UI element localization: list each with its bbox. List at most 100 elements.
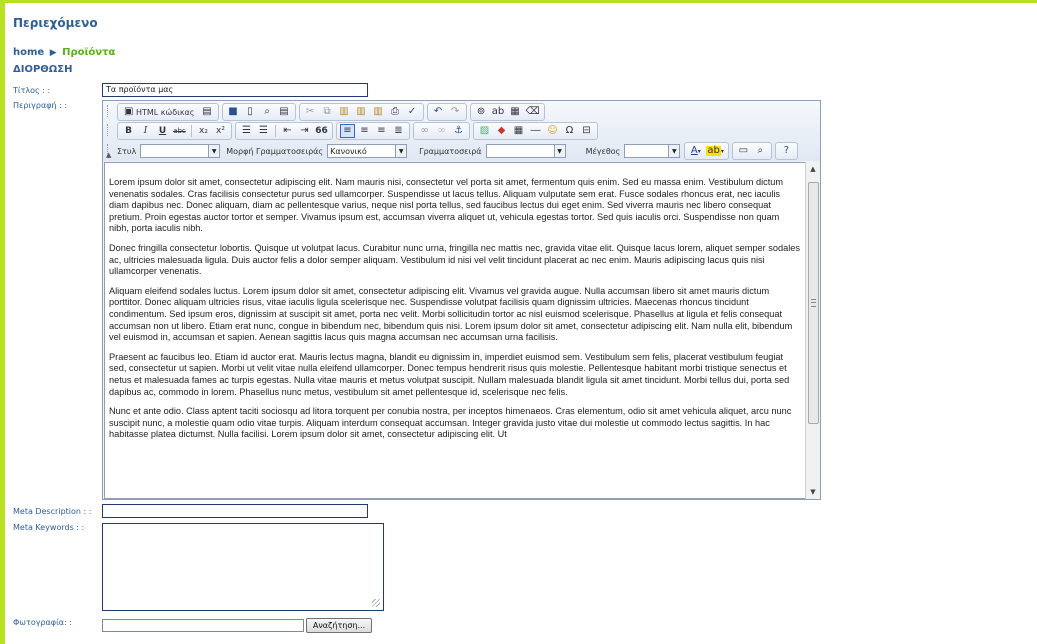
bold-button[interactable]: B <box>121 124 136 138</box>
align-right-button[interactable]: ≡ <box>374 124 389 138</box>
subscript-button[interactable]: x₂ <box>196 124 211 138</box>
cut-button[interactable]: ✂ <box>303 105 318 119</box>
size-select[interactable]: ▼ <box>624 144 681 158</box>
toolbar-grip <box>106 123 110 137</box>
undo-button[interactable]: ↶ <box>431 105 446 119</box>
editor-toolbar: ▣ HTML κώδικας ▤ ■ ▯ ⌕ ▤ ✂ ⧉ ▥ ▥ ▥ ⎙ ✓ ↶ <box>103 101 820 161</box>
paste-word-button[interactable]: ▥ <box>371 105 386 119</box>
background-color-icon: ab <box>706 145 721 156</box>
help-button[interactable]: ? <box>779 144 794 158</box>
numbered-list-icon: ☰ <box>242 125 251 136</box>
grip-icon <box>811 299 816 307</box>
scroll-up-icon[interactable]: ▲ <box>806 162 820 176</box>
style-select[interactable]: ▼ <box>140 144 221 158</box>
find-button[interactable]: ⊚ <box>474 105 489 119</box>
editor-paragraph: Lorem ipsum dolor sit amet, consectetur … <box>109 177 784 234</box>
image-button[interactable]: ▨ <box>477 124 492 138</box>
meta-keywords-textarea[interactable] <box>102 523 384 611</box>
style-label: Στυλ <box>117 146 137 156</box>
chevron-down-icon: ▾ <box>697 147 701 155</box>
blockquote-button[interactable]: 66 <box>314 124 329 138</box>
editor-scrollbar[interactable]: ▲ ▼ <box>805 162 820 499</box>
font-select[interactable]: ▼ <box>485 144 566 158</box>
chevron-down-icon: ▼ <box>208 145 220 157</box>
copy-button[interactable]: ⧉ <box>320 105 335 119</box>
undo-icon: ↶ <box>433 106 443 117</box>
link-button[interactable]: ∞ <box>417 124 432 138</box>
templates-button[interactable]: ▤ <box>200 105 215 119</box>
save-button[interactable]: ■ <box>226 105 241 119</box>
maximize-button[interactable]: ▭ <box>736 144 751 158</box>
resize-grip-icon[interactable] <box>372 599 380 607</box>
preview-button[interactable]: ⌕ <box>260 105 275 119</box>
collapse-toolbar-icon[interactable]: ▲ <box>106 151 111 159</box>
save-icon: ■ <box>228 106 238 117</box>
italic-button[interactable]: I <box>138 124 153 138</box>
show-blocks-button[interactable]: ⌕ <box>753 144 768 158</box>
page-title: Περιεχόμενο <box>13 16 98 30</box>
breadcrumb-current[interactable]: Προϊόντα <box>62 47 115 58</box>
spellcheck-icon: ✓ <box>407 106 417 117</box>
replace-button[interactable]: ab <box>491 105 506 119</box>
source-icon: ▣ <box>124 106 134 117</box>
format-select[interactable]: Κανονικό ▼ <box>327 144 408 158</box>
background-color-button[interactable]: ab ▾ <box>705 144 725 158</box>
title-label: Τίτλος : : <box>13 86 51 95</box>
unlink-button[interactable]: ∞ <box>434 124 449 138</box>
table-button[interactable]: ▦ <box>511 124 526 138</box>
flash-icon: ◆ <box>497 125 506 136</box>
flash-button[interactable]: ◆ <box>494 124 509 138</box>
editor-paragraph: Aliquam eleifend sodales luctus. Lorem i… <box>109 285 793 343</box>
editor-content-area[interactable]: Lorem ipsum dolor sit amet, consectetur … <box>104 162 806 499</box>
outdent-button[interactable]: ⇤ <box>280 124 295 138</box>
paste-word-icon: ▥ <box>373 106 383 117</box>
select-all-button[interactable]: ▦ <box>508 105 523 119</box>
anchor-button[interactable]: ⚓ <box>451 124 466 138</box>
align-justify-button[interactable]: ≣ <box>391 124 406 138</box>
new-page-button[interactable]: ▯ <box>243 105 258 119</box>
smiley-button[interactable]: ☺ <box>545 124 560 138</box>
text-color-button[interactable]: A ▾ <box>688 144 703 158</box>
special-char-button[interactable]: Ω <box>562 124 577 138</box>
left-accent-bar <box>0 0 5 644</box>
chevron-down-icon: ▼ <box>668 145 680 157</box>
top-accent-bar <box>0 0 1037 3</box>
breadcrumb-home-link[interactable]: home <box>13 47 44 58</box>
underline-button[interactable]: U <box>155 124 170 138</box>
photo-file-input[interactable] <box>102 619 304 632</box>
indent-button[interactable]: ⇥ <box>297 124 312 138</box>
bulleted-list-button[interactable]: ☰ <box>256 124 271 138</box>
align-center-icon: ≡ <box>360 125 369 136</box>
print-icon: ⎙ <box>391 106 400 117</box>
browse-button[interactable]: Αναζήτηση... <box>306 618 372 633</box>
chevron-down-icon: ▼ <box>395 145 407 157</box>
align-left-button[interactable]: ≡ <box>340 124 355 138</box>
format-label: Μορφή Γραμματοσειράς <box>226 146 324 156</box>
strike-button[interactable]: abc <box>172 124 187 138</box>
print-button[interactable]: ⎙ <box>388 105 403 119</box>
size-label: Μέγεθος <box>585 146 621 156</box>
superscript-button[interactable]: x² <box>213 124 228 138</box>
breadcrumb: home ▶ Προϊόντα <box>13 47 115 58</box>
title-input[interactable]: Τα προϊόντα μας <box>102 83 368 97</box>
document-button[interactable]: ▤ <box>277 105 292 119</box>
spellcheck-button[interactable]: ✓ <box>405 105 420 119</box>
eraser-icon: ⌫ <box>525 106 540 117</box>
align-left-icon: ≡ <box>343 125 352 136</box>
horizontal-rule-button[interactable]: ― <box>528 124 543 138</box>
scrollbar-thumb[interactable] <box>808 182 819 424</box>
show-blocks-icon: ⌕ <box>757 145 764 156</box>
paste-button[interactable]: ▥ <box>337 105 352 119</box>
select-all-icon: ▦ <box>510 106 520 117</box>
redo-button[interactable]: ↷ <box>448 105 463 119</box>
smiley-icon: ☺ <box>547 125 558 136</box>
numbered-list-button[interactable]: ☰ <box>239 124 254 138</box>
templates-icon: ▤ <box>202 106 212 117</box>
scroll-down-icon[interactable]: ▼ <box>806 485 820 499</box>
page-break-button[interactable]: ⊟ <box>579 124 594 138</box>
remove-format-button[interactable]: ⌫ <box>525 105 541 119</box>
source-button[interactable]: ▣ HTML κώδικας <box>121 105 198 119</box>
paste-text-button[interactable]: ▥ <box>354 105 369 119</box>
align-center-button[interactable]: ≡ <box>357 124 372 138</box>
meta-description-input[interactable] <box>102 504 368 518</box>
